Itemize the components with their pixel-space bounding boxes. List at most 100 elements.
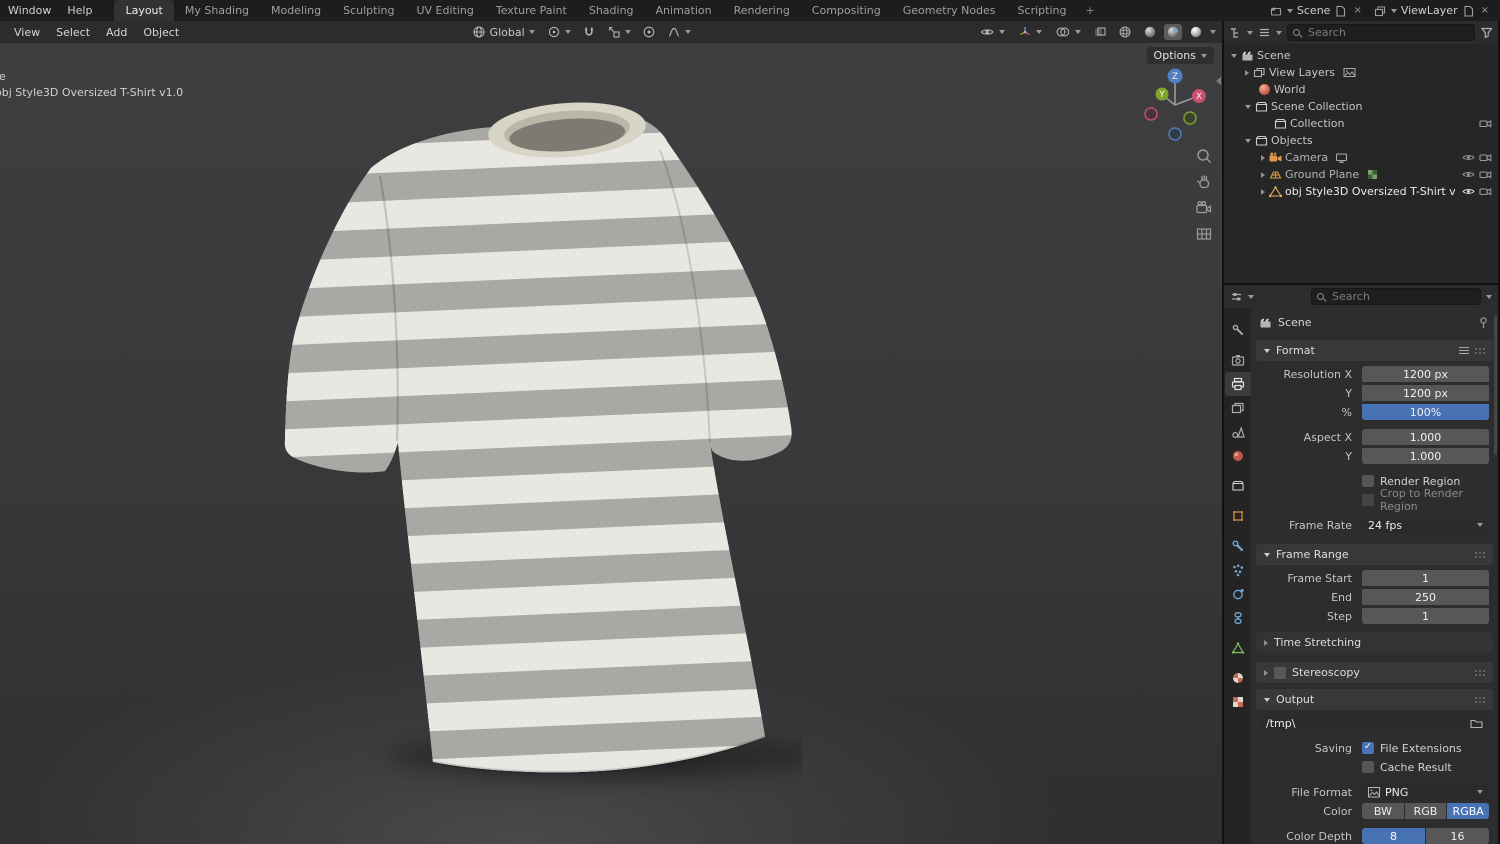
workspace-tab-animation[interactable]: Animation	[645, 0, 723, 21]
workspace-tab-geometry-nodes[interactable]: Geometry Nodes	[892, 0, 1007, 21]
expander-icon[interactable]	[1264, 639, 1268, 646]
disable-in-renders-icon[interactable]	[1478, 117, 1492, 131]
disable-in-renders-icon[interactable]	[1478, 168, 1492, 182]
proportional-editing-toggle[interactable]	[638, 25, 660, 39]
add-workspace-button[interactable]: +	[1077, 0, 1102, 21]
cache-result-checkbox[interactable]	[1362, 761, 1374, 773]
properties-tab-collection[interactable]	[1225, 474, 1251, 498]
properties-tab-object-data[interactable]	[1225, 636, 1251, 660]
menu-help[interactable]: Help	[59, 0, 100, 21]
stereoscopy-checkbox[interactable]	[1274, 666, 1286, 679]
scene-browse-icon[interactable]	[1270, 4, 1283, 17]
workspace-tab-scripting[interactable]: Scripting	[1007, 0, 1078, 21]
resolution-x-field[interactable]: 1200 px	[1362, 366, 1489, 382]
file-extensions-checkbox[interactable]	[1362, 741, 1374, 754]
properties-tab-output[interactable]	[1224, 372, 1251, 396]
gizmo-minus-z-axis[interactable]	[1168, 127, 1182, 141]
properties-tab-modifiers[interactable]	[1225, 534, 1251, 558]
navigation-gizmo[interactable]: Z X Y	[1137, 67, 1213, 143]
menu-add[interactable]: Add	[98, 26, 135, 39]
menu-select[interactable]: Select	[48, 26, 98, 39]
crop-to-render-region-checkbox[interactable]	[1362, 494, 1374, 506]
menu-view[interactable]: View	[6, 26, 48, 39]
resolution-percent-slider[interactable]: 100%	[1362, 404, 1489, 420]
scene-selector[interactable]: Scene ×	[1267, 4, 1367, 17]
properties-tab-texture[interactable]	[1225, 690, 1251, 714]
output-path-field[interactable]: /tmp\	[1260, 715, 1489, 731]
shading-solid-button[interactable]	[1139, 25, 1161, 39]
depth-16-button[interactable]: 16	[1426, 828, 1489, 844]
properties-tab-constraints[interactable]	[1225, 606, 1251, 630]
properties-tab-material[interactable]	[1225, 666, 1251, 690]
hide-eye-icon[interactable]	[1461, 185, 1475, 199]
overlays-dropdown[interactable]	[1050, 23, 1086, 41]
proportional-falloff-dropdown[interactable]	[662, 23, 696, 41]
shading-material-button[interactable]	[1164, 24, 1183, 40]
aspect-y-field[interactable]: 1.000	[1362, 448, 1489, 464]
chevron-down-icon[interactable]	[1210, 30, 1217, 34]
outliner-row-ground-plane[interactable]: Ground Plane	[1224, 166, 1492, 183]
properties-tab-scene[interactable]	[1225, 420, 1251, 444]
workspace-tab-layout[interactable]: Layout	[114, 0, 174, 21]
frame-end-field[interactable]: 250	[1362, 589, 1489, 605]
new-scene-icon[interactable]	[1334, 4, 1347, 17]
remove-view-layer-icon[interactable]: ×	[1479, 5, 1491, 16]
gizmo-minus-y-axis[interactable]	[1183, 111, 1197, 125]
frame-start-field[interactable]: 1	[1362, 570, 1489, 586]
pan-hand-button[interactable]	[1195, 173, 1213, 191]
folder-icon[interactable]	[1470, 718, 1483, 729]
sidebar-toggle-arrow[interactable]	[1216, 77, 1221, 85]
snap-target-dropdown[interactable]	[602, 23, 636, 41]
menu-window[interactable]: Window	[0, 0, 59, 21]
output-panel-header[interactable]: Output	[1256, 689, 1493, 710]
resolution-y-field[interactable]: 1200 px	[1362, 385, 1489, 401]
drag-grip-icon[interactable]	[1475, 669, 1485, 676]
expander-icon[interactable]	[1261, 154, 1265, 161]
expander-icon[interactable]	[1245, 104, 1251, 109]
aspect-x-field[interactable]: 1.000	[1362, 429, 1489, 445]
workspace-tab-texture-paint[interactable]: Texture Paint	[485, 0, 578, 21]
outliner-row-objects[interactable]: Objects	[1224, 132, 1492, 149]
drag-grip-icon[interactable]	[1475, 347, 1485, 354]
expander-icon[interactable]	[1245, 138, 1251, 143]
workspace-tab-shading[interactable]: Shading	[578, 0, 645, 21]
workspace-tab-modeling[interactable]: Modeling	[260, 0, 332, 21]
expander-icon[interactable]	[1264, 348, 1270, 353]
outliner-editor-type-icon[interactable]	[1229, 26, 1242, 39]
outliner-row-view-layers[interactable]: View Layers	[1224, 64, 1492, 81]
chevron-down-icon[interactable]	[1390, 8, 1397, 13]
disable-in-renders-icon[interactable]	[1478, 185, 1492, 199]
render-region-checkbox[interactable]	[1362, 475, 1374, 487]
properties-tab-tool[interactable]	[1225, 318, 1251, 342]
options-dropdown[interactable]: Options	[1146, 47, 1214, 64]
chevron-down-icon[interactable]	[1276, 30, 1282, 35]
chevron-down-icon[interactable]	[1247, 30, 1253, 35]
orthographic-grid-button[interactable]	[1195, 225, 1213, 243]
shading-rendered-button[interactable]	[1185, 25, 1207, 39]
expander-icon[interactable]	[1231, 53, 1237, 58]
color-rgb-button[interactable]: RGB	[1404, 803, 1447, 819]
outliner-row-collection[interactable]: Collection	[1224, 115, 1492, 132]
properties-tab-particles[interactable]	[1225, 558, 1251, 582]
transform-orientation-dropdown[interactable]: Global	[467, 23, 540, 41]
gizmo-minus-x-axis[interactable]	[1144, 107, 1158, 121]
drag-grip-icon[interactable]	[1475, 696, 1485, 703]
properties-tab-object[interactable]	[1225, 504, 1251, 528]
outliner-row-world[interactable]: World	[1224, 81, 1492, 98]
workspace-tab-rendering[interactable]: Rendering	[723, 0, 801, 21]
unlink-scene-icon[interactable]: ×	[1351, 5, 1363, 16]
properties-editor-type-icon[interactable]	[1230, 290, 1243, 303]
properties-search-input[interactable]	[1311, 288, 1481, 305]
menu-object[interactable]: Object	[135, 26, 187, 39]
pivot-point-dropdown[interactable]	[542, 23, 576, 41]
snap-toggle[interactable]	[578, 25, 600, 39]
gizmos-dropdown[interactable]	[1013, 23, 1047, 41]
hide-eye-icon[interactable]	[1461, 168, 1475, 182]
workspace-tab-my-shading[interactable]: My Shading	[174, 0, 260, 21]
outliner-row-tshirt[interactable]: obj Style3D Oversized T-Shirt v1.	[1224, 183, 1492, 200]
properties-scrollbar[interactable]	[1494, 315, 1497, 455]
properties-tab-view-layer[interactable]	[1225, 396, 1251, 420]
view-layer-selector[interactable]: ViewLayer ×	[1371, 4, 1494, 17]
workspace-tab-sculpting[interactable]: Sculpting	[332, 0, 405, 21]
frame-range-panel-header[interactable]: Frame Range	[1256, 544, 1493, 565]
